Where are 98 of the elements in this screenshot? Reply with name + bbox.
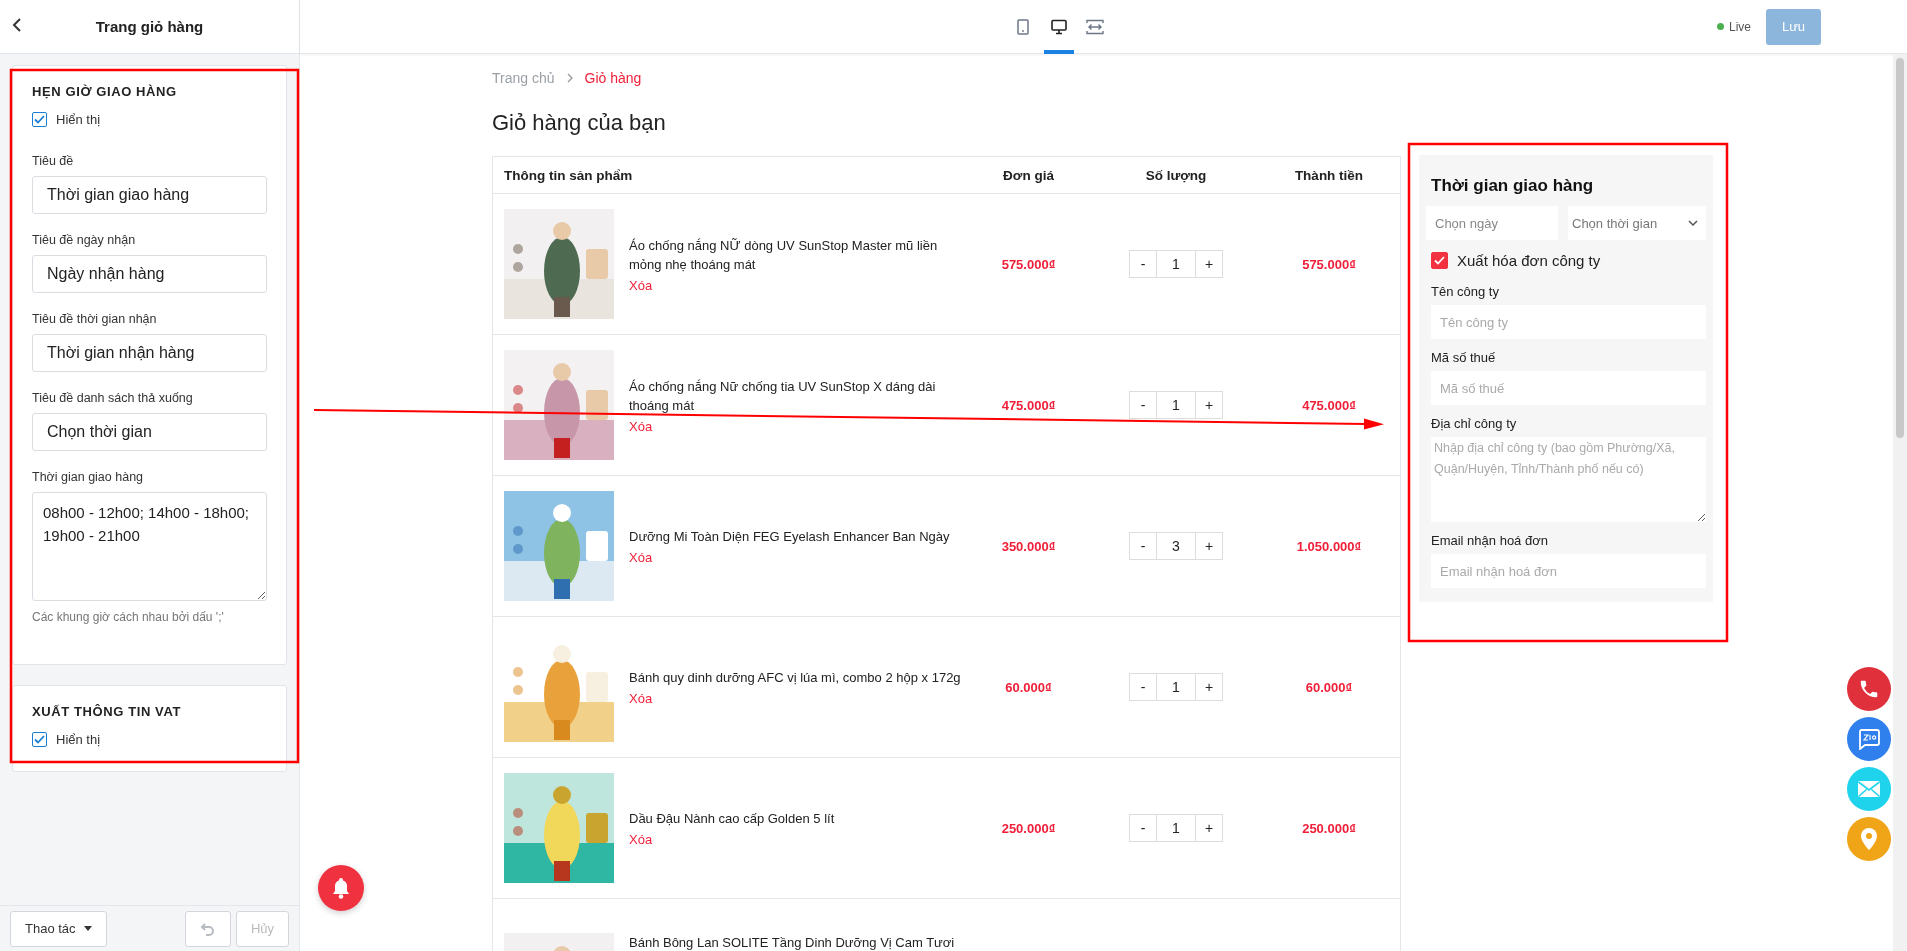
- product-name: Áo chống nắng NỮ dòng UV SunStop Master mũ liền mỏng nhẹ thoáng mát: [629, 236, 939, 274]
- page-title: Giỏ hàng của bạn: [492, 110, 667, 136]
- breadcrumb-link[interactable]: Giỏ hàng: [584, 70, 642, 86]
- scrollbar[interactable]: [1893, 54, 1907, 951]
- field-label: Tên công ty: [1431, 284, 1500, 299]
- field-label: Thời gian giao hàng: [32, 470, 145, 484]
- field-label: Tiêu đề thời gian nhận: [32, 312, 158, 326]
- quantity-field[interactable]: 1: [1157, 814, 1195, 842]
- field-label: Tiêu đề: [32, 154, 75, 168]
- input-field[interactable]: Thời gian giao hàng: [32, 176, 267, 214]
- field-label: Tiêu đề danh sách thả xuống: [32, 391, 194, 405]
- product-name: Bánh quy dinh dưỡng AFC vị lúa mì, combo 2 hộp x 172g: [629, 669, 961, 687]
- monitor-icon: [1051, 19, 1067, 35]
- product-name: Dầu Đậu Nành cao cấp Golden 5 lít: [629, 810, 835, 828]
- checkbox-label: Hiển thị: [56, 732, 101, 747]
- remove-link[interactable]: Xóa: [629, 418, 961, 434]
- column-header: Số lượng: [1144, 167, 1208, 183]
- expand-width-icon: [1086, 19, 1104, 35]
- chevron-right-icon: [566, 73, 573, 83]
- column-header: Thông tin sản phẩm: [503, 167, 634, 183]
- remove-link[interactable]: Xóa: [629, 550, 950, 565]
- decrease-button[interactable]: -: [1129, 391, 1157, 419]
- decrease-button[interactable]: -: [1129, 250, 1157, 278]
- input-field[interactable]: Email nhận hoá đơn: [1431, 554, 1706, 588]
- decrease-button[interactable]: -: [1129, 532, 1157, 560]
- unit-price: 350.000₫: [1000, 538, 1057, 554]
- chevron-down-icon: [1688, 220, 1698, 226]
- column-header: Thành tiền: [1293, 167, 1365, 183]
- line-total: 575.000₫: [1301, 256, 1357, 272]
- field-label: Địa chỉ công ty: [1431, 416, 1518, 431]
- increase-button[interactable]: +: [1195, 391, 1223, 419]
- field-label: Mã số thuế: [1431, 350, 1497, 365]
- line-total: 475.000₫: [1301, 397, 1357, 413]
- product-name: Dưỡng Mi Toàn Diện FEG Eyelash Enhancer Ban Ngày: [629, 528, 950, 546]
- bell-icon: [331, 877, 351, 899]
- text-area[interactable]: 08h00 - 12h00; 14h00 - 18h00; 19h00 - 21h00: [32, 492, 267, 601]
- checkbox[interactable]: [32, 732, 47, 747]
- increase-button[interactable]: +: [1195, 250, 1223, 278]
- quantity-field[interactable]: 1: [1157, 391, 1195, 419]
- quantity-field[interactable]: 1: [1157, 673, 1195, 701]
- field-label: Tiêu đề ngày nhận: [32, 233, 137, 247]
- decrease-button[interactable]: -: [1129, 814, 1157, 842]
- increase-button[interactable]: +: [1195, 532, 1223, 560]
- envelope-icon: [1857, 780, 1881, 798]
- remove-link[interactable]: Xóa: [629, 832, 835, 847]
- quantity-field[interactable]: 1: [1157, 250, 1195, 278]
- panel-heading: Thời gian giao hàng: [1431, 176, 1595, 196]
- hint-text: Các khung giờ cách nhau bởi dấu ';': [32, 610, 225, 624]
- caret-icon: [83, 926, 92, 931]
- unit-price: 475.000₫: [1000, 397, 1057, 413]
- field-label: Email nhận hoá đơn: [1431, 533, 1549, 548]
- checkmark-icon: [34, 735, 45, 744]
- address-text-area[interactable]: Nhập địa chỉ công ty (bao gồm Phường/Xã, Quận/Huyện, Tỉnh/Thành phố nếu có): [1431, 437, 1706, 522]
- quantity-field[interactable]: 3: [1157, 532, 1195, 560]
- section-heading: HẸN GIỜ GIAO HÀNG: [32, 84, 178, 99]
- unit-price: 250.000₫: [1000, 820, 1057, 836]
- checkbox-label: Hiển thị: [56, 112, 101, 127]
- checkmark-icon: [34, 115, 45, 124]
- time-dropdown[interactable]: Chọn thời gian: [1568, 206, 1706, 240]
- line-total: 1.050.000₫: [1295, 538, 1363, 554]
- chat-button[interactable]: [1847, 717, 1891, 761]
- actions-dropdown-button[interactable]: Thao tác: [10, 910, 107, 947]
- decrease-button[interactable]: -: [1129, 673, 1157, 701]
- section-heading: XUẤT THÔNG TIN VAT: [32, 704, 182, 719]
- panel-title: Trang giỏ hàng: [95, 18, 204, 35]
- status-dot: [1717, 23, 1724, 30]
- input-field[interactable]: Tên công ty: [1431, 305, 1706, 339]
- checkbox-label: Xuất hóa đơn công ty: [1457, 252, 1601, 269]
- map-pin-icon: [1860, 827, 1878, 851]
- input-field[interactable]: Mã số thuế: [1431, 371, 1706, 405]
- phone-button[interactable]: [1847, 667, 1891, 711]
- back-button[interactable]: [12, 17, 22, 33]
- input-field[interactable]: Chọn thời gian: [32, 413, 267, 451]
- increase-button[interactable]: +: [1195, 814, 1223, 842]
- tablet-icon: [1017, 19, 1029, 35]
- checkbox[interactable]: [1431, 252, 1448, 269]
- remove-link[interactable]: Xóa: [629, 691, 961, 706]
- product-name: Áo chống nắng Nữ chống tia UV SunStop X dáng dài thoáng mát: [629, 377, 937, 415]
- line-total: 250.000₫: [1301, 820, 1357, 836]
- location-button[interactable]: [1847, 817, 1891, 861]
- date-field[interactable]: Chọn ngày: [1426, 206, 1558, 240]
- remove-link[interactable]: Xóa: [629, 277, 961, 293]
- undo-icon: [199, 920, 216, 937]
- notification-bell-button[interactable]: [318, 865, 364, 911]
- input-field[interactable]: Ngày nhận hàng: [32, 255, 267, 293]
- column-header: Đơn giá: [1002, 167, 1055, 183]
- phone-icon: [1858, 678, 1880, 700]
- increase-button[interactable]: +: [1195, 673, 1223, 701]
- product-name: Bánh Bông Lan SOLITE Tầng Dinh Dưỡng Vị Cam Tươi: [629, 934, 955, 951]
- unit-price: 60.000₫: [1004, 679, 1053, 695]
- unit-price: 575.000₫: [1000, 256, 1057, 272]
- checkmark-icon: [1434, 256, 1445, 265]
- input-field[interactable]: Thời gian nhận hàng: [32, 334, 267, 372]
- chevron-left-icon: [12, 17, 22, 33]
- chat-bubble-icon: [1857, 728, 1881, 750]
- checkbox[interactable]: [32, 112, 47, 127]
- line-total: 60.000₫: [1304, 679, 1354, 695]
- status-label: Live: [1729, 19, 1751, 34]
